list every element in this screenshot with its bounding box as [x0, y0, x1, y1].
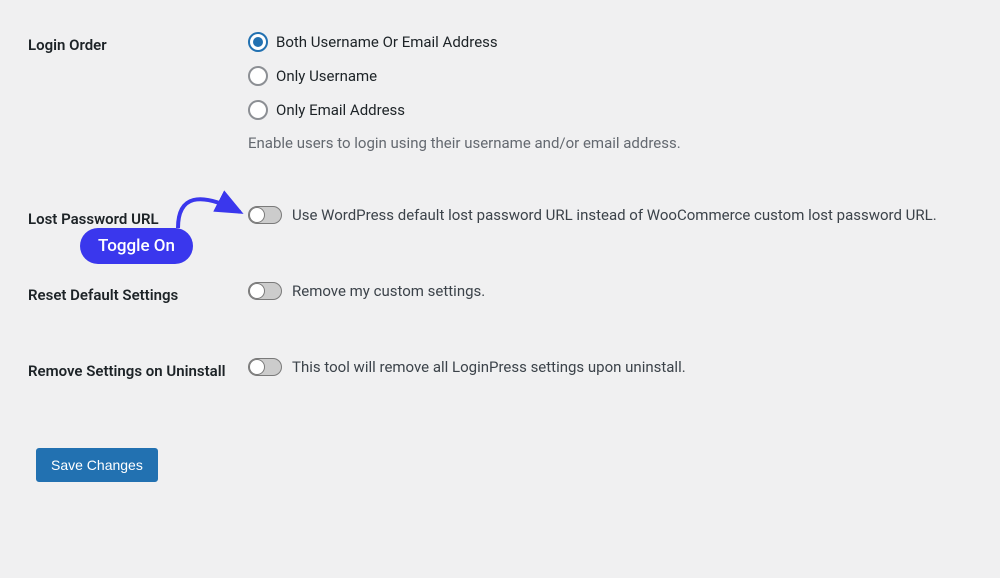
radio-both[interactable]: Both Username Or Email Address	[248, 32, 1000, 52]
save-button[interactable]: Save Changes	[36, 448, 158, 482]
radio-label-both: Both Username Or Email Address	[276, 33, 498, 51]
label-reset-defaults: Reset Default Settings	[0, 276, 248, 304]
lost-password-toggle-label: Use WordPress default lost password URL …	[292, 206, 937, 224]
remove-uninstall-content: This tool will remove all LoginPress set…	[248, 352, 1000, 376]
radio-label-email: Only Email Address	[276, 101, 405, 119]
row-reset-defaults: Reset Default Settings Remove my custom …	[0, 276, 1000, 304]
radio-username[interactable]: Only Username	[248, 66, 1000, 86]
radio-input-username[interactable]	[248, 66, 268, 86]
label-login-order: Login Order	[0, 26, 248, 54]
lost-password-content: Use WordPress default lost password URL …	[248, 200, 1000, 224]
row-lost-password: Lost Password URL Use WordPress default …	[0, 200, 1000, 228]
lost-password-toggle-row: Use WordPress default lost password URL …	[248, 206, 1000, 224]
reset-defaults-toggle[interactable]	[248, 282, 282, 300]
radio-input-email[interactable]	[248, 100, 268, 120]
row-login-order: Login Order Both Username Or Email Addre…	[0, 26, 1000, 152]
login-order-options: Both Username Or Email Address Only User…	[248, 26, 1000, 152]
remove-uninstall-toggle-label: This tool will remove all LoginPress set…	[292, 358, 686, 376]
label-remove-uninstall: Remove Settings on Uninstall	[0, 352, 248, 380]
login-order-help: Enable users to login using their userna…	[248, 134, 1000, 152]
annotation-callout: Toggle On	[80, 228, 193, 264]
reset-defaults-content: Remove my custom settings.	[248, 276, 1000, 300]
reset-defaults-toggle-label: Remove my custom settings.	[292, 282, 485, 300]
remove-uninstall-toggle[interactable]	[248, 358, 282, 376]
radio-input-both[interactable]	[248, 32, 268, 52]
label-lost-password: Lost Password URL	[0, 200, 248, 228]
row-remove-uninstall: Remove Settings on Uninstall This tool w…	[0, 352, 1000, 380]
remove-uninstall-toggle-row: This tool will remove all LoginPress set…	[248, 358, 1000, 376]
reset-defaults-toggle-row: Remove my custom settings.	[248, 282, 1000, 300]
radio-email[interactable]: Only Email Address	[248, 100, 1000, 120]
lost-password-toggle[interactable]	[248, 206, 282, 224]
annotation-badge: Toggle On	[80, 228, 193, 264]
radio-label-username: Only Username	[276, 67, 377, 85]
